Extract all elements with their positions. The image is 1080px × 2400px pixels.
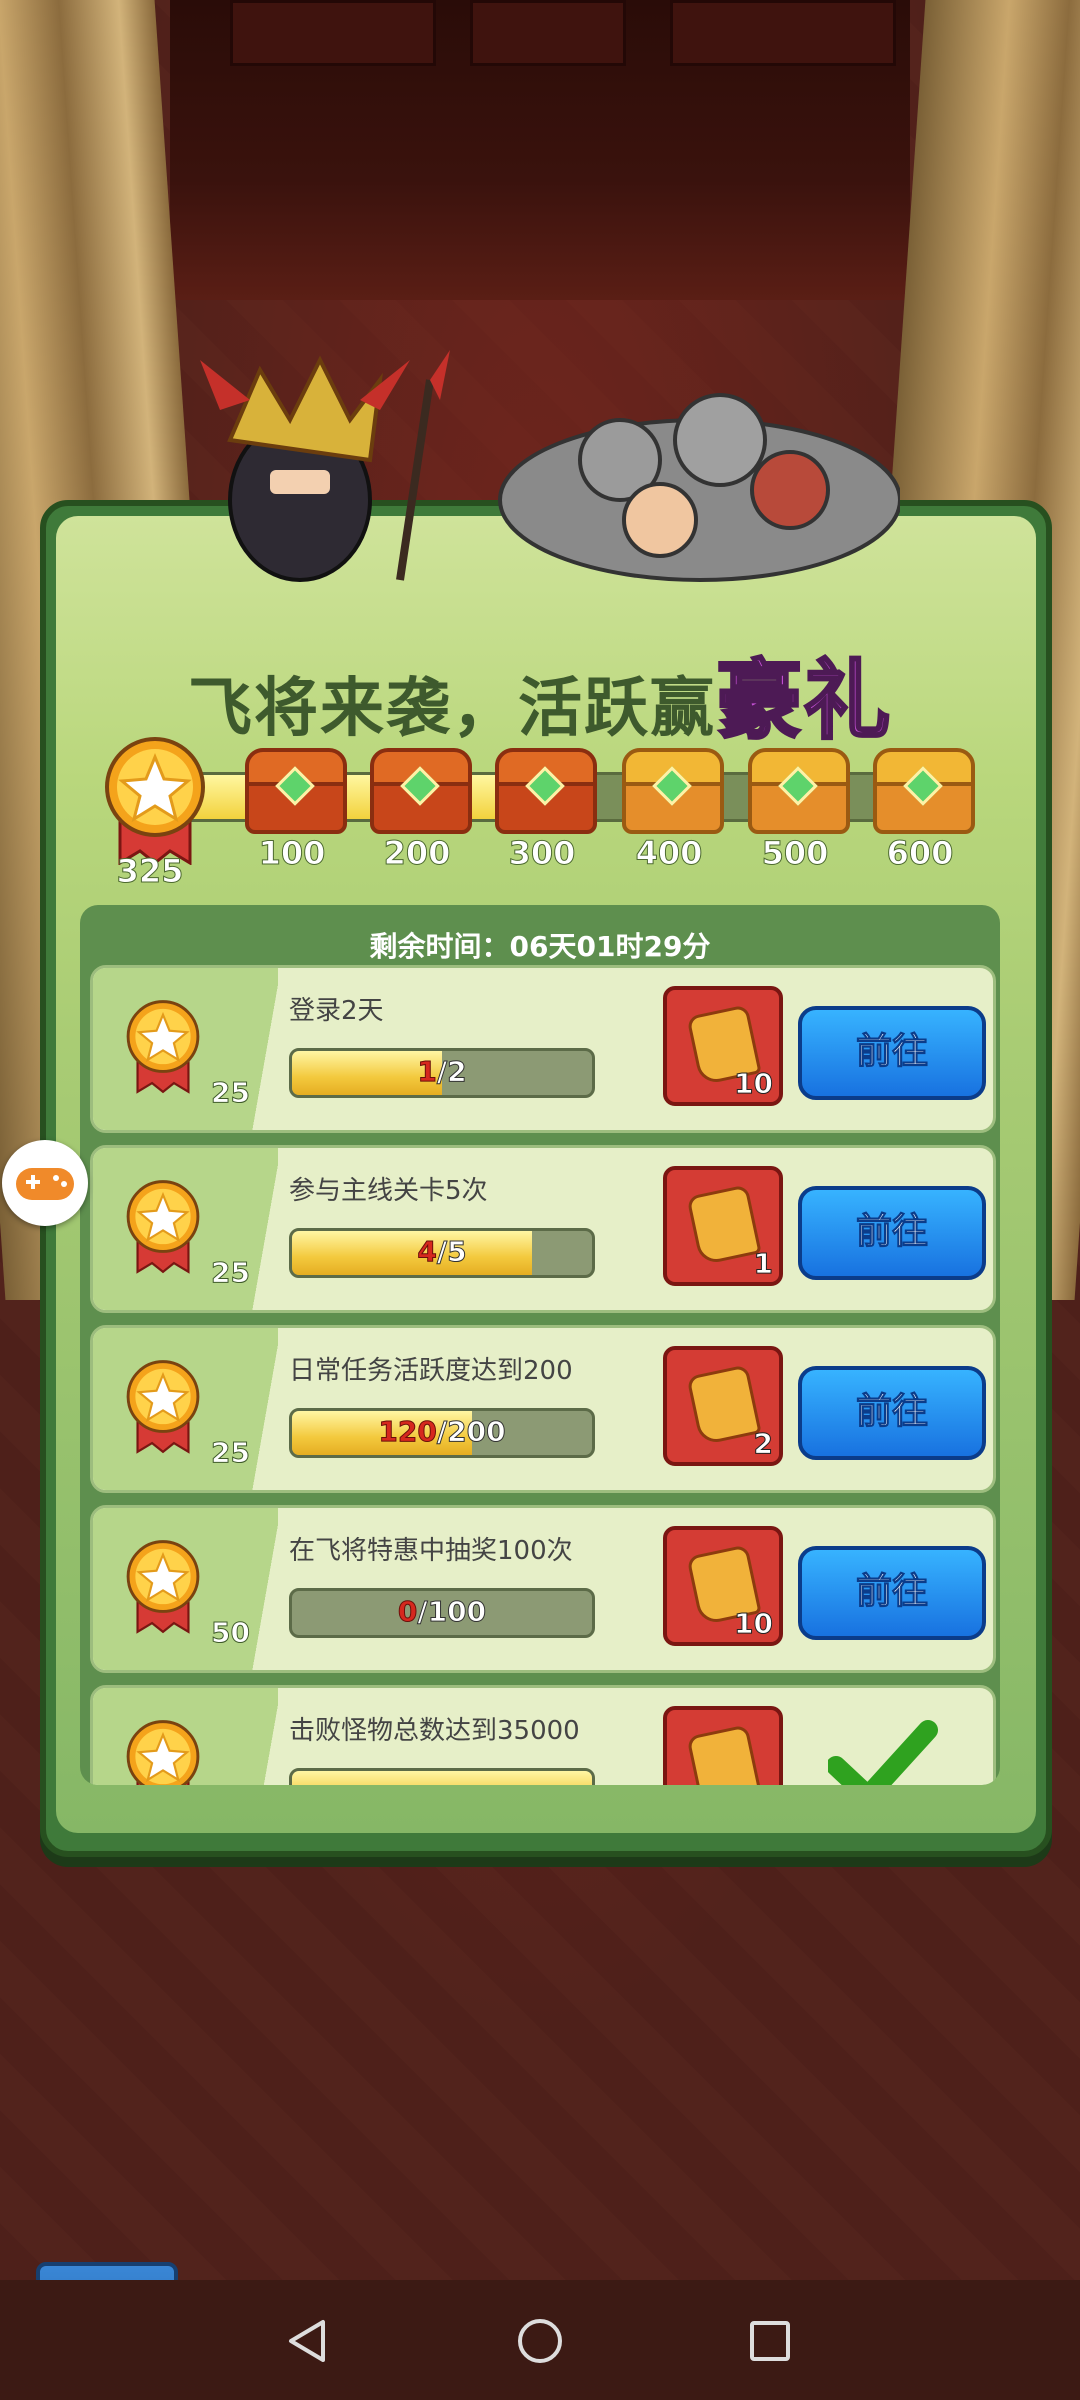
reward-quantity: 10 bbox=[734, 1067, 774, 1101]
square-recents-icon[interactable] bbox=[745, 2316, 795, 2366]
task-progress-current: 1 bbox=[417, 1055, 438, 1089]
milestone-label: 400 bbox=[635, 834, 703, 873]
reward-quantity: 1 bbox=[753, 1247, 774, 1281]
go-button[interactable]: 前往 bbox=[798, 1546, 986, 1640]
task-name: 参与主线关卡5次 bbox=[289, 1176, 488, 1206]
task-row: 25 参与主线关卡5次 4/5 1 前往 bbox=[90, 1145, 996, 1313]
reward-item[interactable]: 10 bbox=[663, 986, 783, 1106]
task-progress-bar: 0/100 bbox=[289, 1588, 595, 1638]
remaining-time: 剩余时间：06天01时29分 bbox=[369, 930, 711, 963]
star-medal-icon bbox=[105, 737, 205, 865]
reward-quantity: 2 bbox=[753, 1427, 774, 1461]
milestone-chest-500[interactable] bbox=[748, 748, 850, 834]
reward-item[interactable] bbox=[663, 1706, 783, 1785]
reward-token-icon bbox=[686, 1724, 762, 1785]
milestone-chest-400[interactable] bbox=[622, 748, 724, 834]
milestone-chest-300[interactable] bbox=[495, 748, 597, 834]
go-button[interactable]: 前往 bbox=[798, 1366, 986, 1460]
stage-backdrop bbox=[170, 0, 910, 300]
task-name: 在飞将特惠中抽奖100次 bbox=[289, 1536, 573, 1566]
task-points: 50 bbox=[211, 1616, 251, 1650]
task-progress-current: 120 bbox=[378, 1415, 437, 1449]
checkmark-icon bbox=[828, 1720, 938, 1785]
circle-home-icon[interactable] bbox=[515, 2316, 565, 2366]
milestone-chest-600[interactable] bbox=[873, 748, 975, 834]
go-button[interactable]: 前往 bbox=[798, 1006, 986, 1100]
task-name: 日常任务活跃度达到200 bbox=[289, 1356, 573, 1386]
triangle-back-icon[interactable] bbox=[283, 2316, 333, 2366]
star-medal-icon bbox=[126, 1540, 200, 1634]
task-points: 25 bbox=[211, 1256, 251, 1290]
task-progress-total: /200 bbox=[436, 1415, 506, 1449]
floating-game-button[interactable] bbox=[2, 1140, 88, 1226]
task-progress-bar: 4/5 bbox=[289, 1228, 595, 1278]
gamepad-icon bbox=[16, 1168, 74, 1200]
task-points: 25 bbox=[211, 1436, 251, 1470]
hero-banner-art bbox=[200, 350, 900, 582]
task-row: 50 在飞将特惠中抽奖100次 0/100 10 前往 bbox=[90, 1505, 996, 1673]
task-row: 25 登录2天 1/2 10 前往 bbox=[90, 965, 996, 1133]
reward-quantity: 10 bbox=[734, 1607, 774, 1641]
milestone-label: 300 bbox=[508, 834, 576, 873]
task-progress-current: 4 bbox=[417, 1235, 438, 1269]
milestone-label: 600 bbox=[886, 834, 954, 873]
task-progress-total: /100 bbox=[417, 1595, 487, 1629]
milestone-label: 100 bbox=[258, 834, 326, 873]
reward-item[interactable]: 1 bbox=[663, 1166, 783, 1286]
reward-item[interactable]: 2 bbox=[663, 1346, 783, 1466]
star-medal-icon bbox=[126, 1720, 200, 1785]
star-medal-icon bbox=[126, 1000, 200, 1094]
task-name: 击败怪物总数达到35000 bbox=[289, 1716, 580, 1746]
milestone-chest-100[interactable] bbox=[245, 748, 347, 834]
reward-token-icon bbox=[686, 1184, 762, 1266]
task-progress-bar: 120/200 bbox=[289, 1408, 595, 1458]
task-points: 25 bbox=[211, 1076, 251, 1110]
task-progress-bar bbox=[289, 1768, 595, 1785]
milestone-label: 200 bbox=[383, 834, 451, 873]
current-points: 325 bbox=[116, 852, 184, 891]
go-button[interactable]: 前往 bbox=[798, 1186, 986, 1280]
task-row: 击败怪物总数达到35000 bbox=[90, 1685, 996, 1785]
task-progress-total: /5 bbox=[436, 1235, 467, 1269]
milestone-label: 500 bbox=[761, 834, 829, 873]
reward-token-icon bbox=[686, 1364, 762, 1446]
task-name: 登录2天 bbox=[289, 996, 384, 1026]
star-medal-icon bbox=[126, 1180, 200, 1274]
star-medal-icon bbox=[126, 1360, 200, 1454]
task-progress-total: /2 bbox=[436, 1055, 467, 1089]
task-list[interactable]: 剩余时间：06天01时29分 25 登录2天 1/2 10 前往 25 参与主线关卡5次 4/… bbox=[80, 905, 1000, 1785]
milestone-chest-200[interactable] bbox=[370, 748, 472, 834]
task-progress-bar: 1/2 bbox=[289, 1048, 595, 1098]
reward-item[interactable]: 10 bbox=[663, 1526, 783, 1646]
task-progress-current: 0 bbox=[397, 1595, 418, 1629]
task-row: 25 日常任务活跃度达到200 120/200 2 前往 bbox=[90, 1325, 996, 1493]
